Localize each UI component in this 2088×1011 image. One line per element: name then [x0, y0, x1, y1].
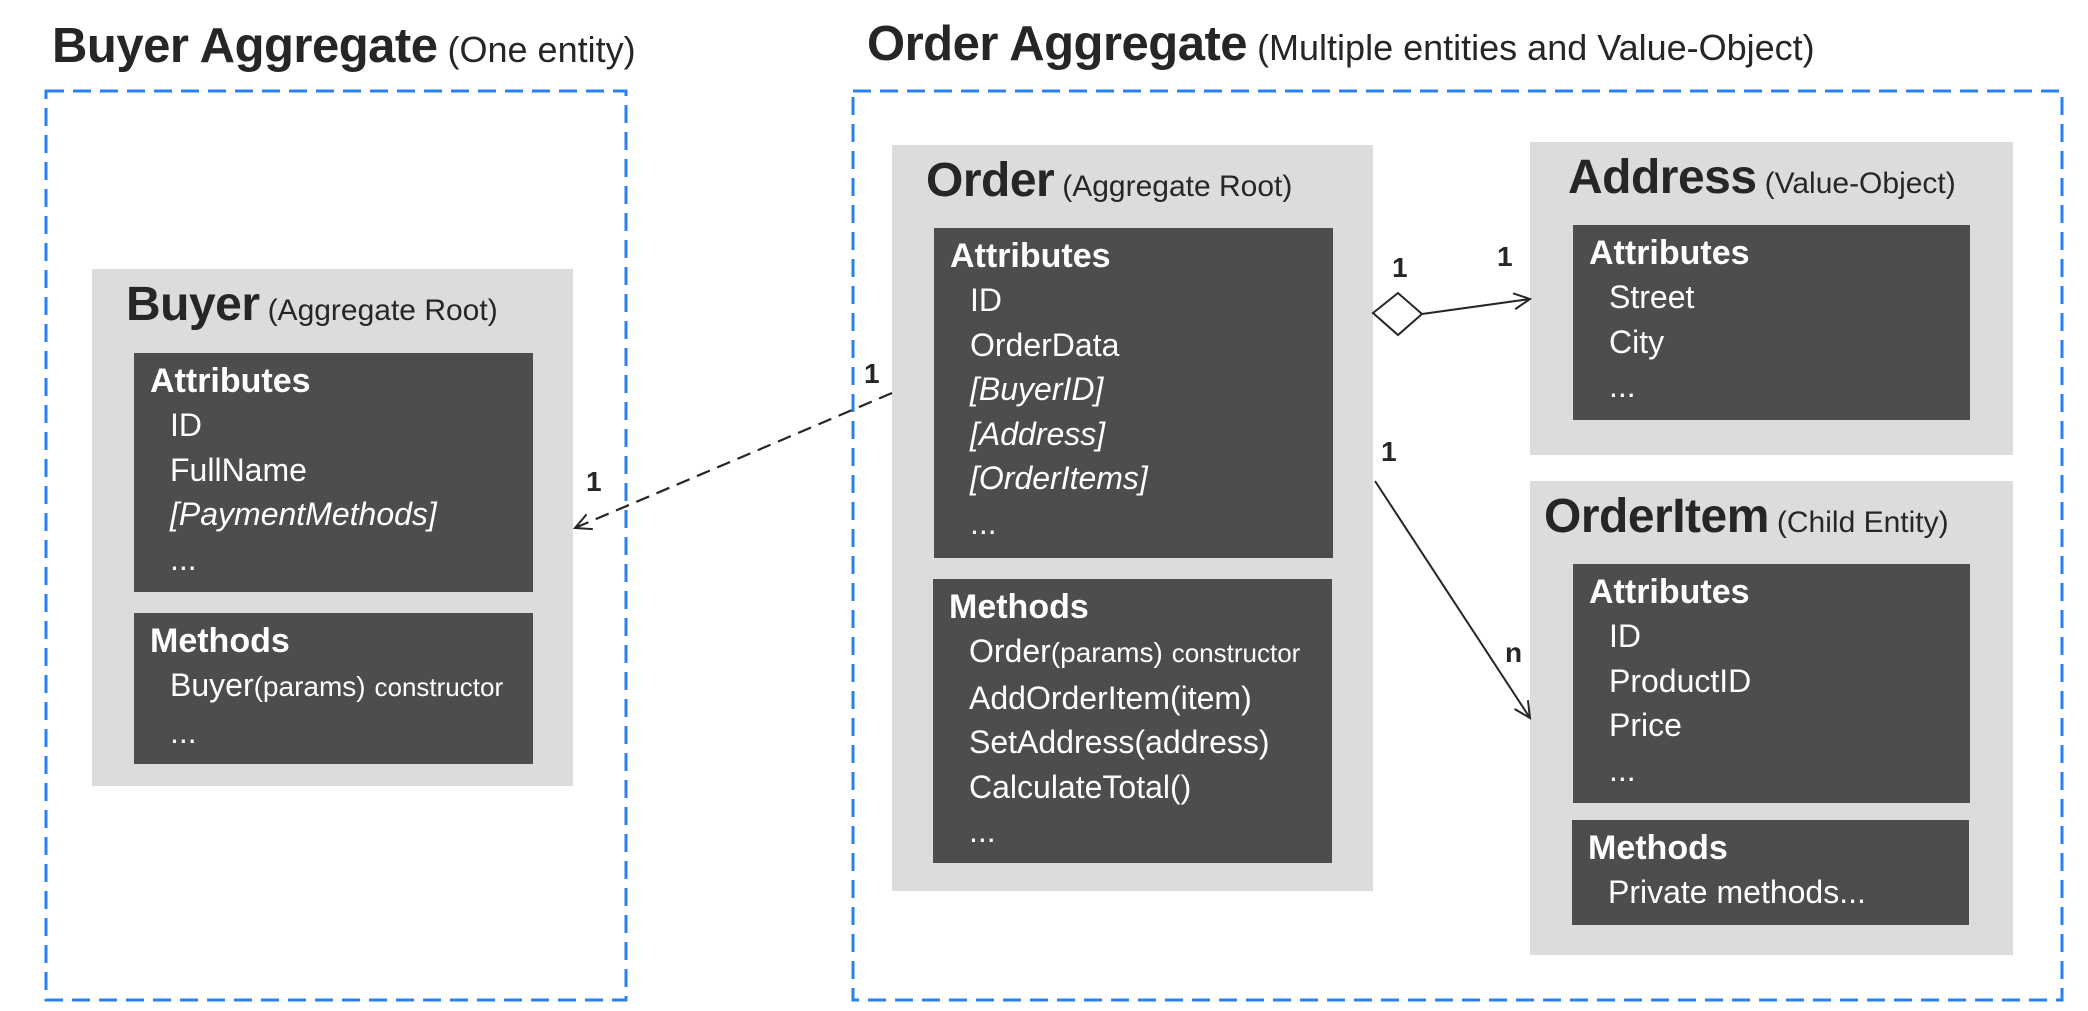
multiplicity-order-orderitem-source: 1	[1381, 436, 1397, 467]
order-orderitem-connector	[1374, 480, 1530, 718]
order-buyer-dashed-connector	[575, 391, 893, 528]
multiplicity-order-orderitem-target: n	[1505, 637, 1523, 668]
multiplicity-order-address-source: 1	[1392, 252, 1408, 283]
order-address-connector	[1421, 299, 1530, 315]
multiplicity-order-buyer-source: 1	[864, 358, 880, 389]
multiplicity-order-address-target: 1	[1497, 241, 1513, 272]
relationship-connectors	[0, 291, 2088, 1011]
multiplicity-order-buyer-target: 1	[586, 466, 602, 497]
aggregation-diamond-icon	[1371, 291, 1424, 337]
